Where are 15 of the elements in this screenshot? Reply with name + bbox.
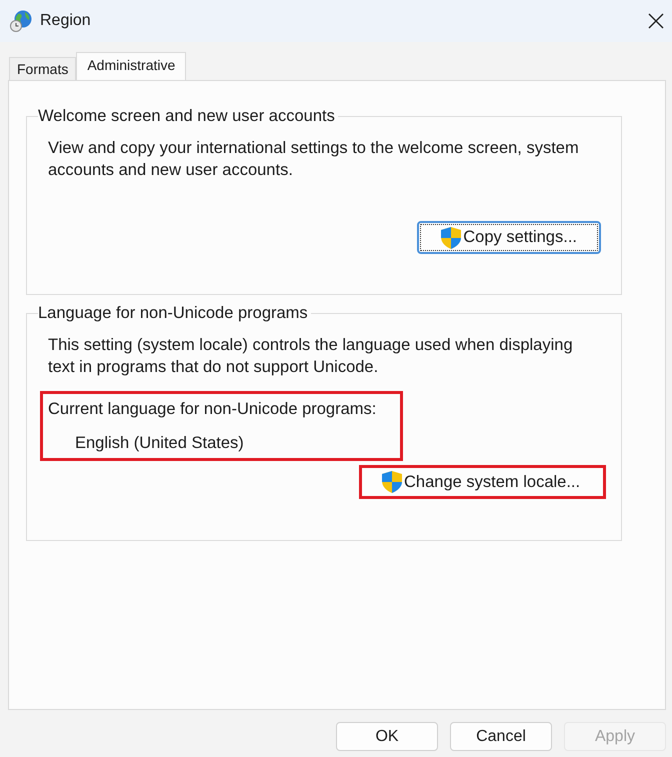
- ok-button[interactable]: OK: [336, 722, 438, 751]
- change-locale-button[interactable]: Change system locale...: [359, 465, 606, 499]
- copy-settings-button[interactable]: Copy settings...: [417, 221, 601, 254]
- group-title: Welcome screen and new user accounts: [38, 106, 336, 126]
- close-icon[interactable]: [648, 13, 664, 29]
- cancel-button[interactable]: Cancel: [450, 722, 552, 751]
- tab[interactable]: Formats: [9, 57, 76, 80]
- globe-clock-icon: [10, 10, 32, 32]
- group-title: Language for non-Unicode programs: [38, 303, 309, 323]
- current-language-value: English (United States): [74, 433, 245, 453]
- group-description: View and copy your international settings to the welcome screen, system accounts and new user accounts.: [48, 138, 580, 181]
- group-description: This setting (system locale) controls the language used when displaying text in programs that do not support Unicode.: [48, 335, 574, 378]
- tab[interactable]: Administrative: [76, 52, 186, 80]
- current-language-label: Current language for non-Unicode programs:: [48, 399, 378, 419]
- window-title: Region: [40, 12, 92, 30]
